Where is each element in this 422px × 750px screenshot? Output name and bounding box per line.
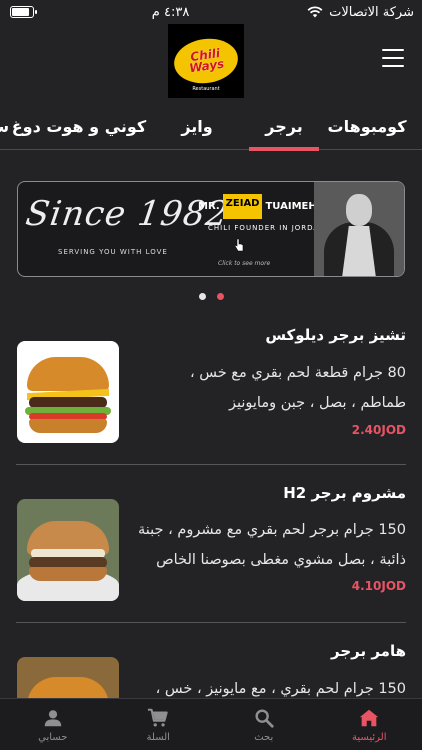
- status-bar: ٤:٣٨ م شركة الاتصالات: [0, 0, 422, 24]
- banner-click-text: Click to see more: [218, 260, 271, 267]
- tab-coney-hotdog[interactable]: كوني و هوت دوغ: [12, 104, 146, 149]
- category-tabs: كومبوهات برجر وايز كوني و هوت دوغ س: [0, 104, 422, 151]
- hamburger-menu-icon[interactable]: [382, 49, 404, 67]
- product-price: 2.40JOD: [351, 423, 406, 437]
- wifi-icon: [307, 6, 323, 18]
- banner-founder-title: CHILI FOUNDER IN JORDAN: [208, 224, 326, 232]
- product-image: [17, 657, 119, 700]
- search-icon: [255, 708, 274, 728]
- product-item[interactable]: مشروم برجر H2 150 جرام برجر لحم بقري مع …: [0, 480, 422, 620]
- home-icon: [360, 709, 379, 726]
- banner-pager: [199, 293, 224, 300]
- cart-icon: [148, 708, 168, 727]
- carrier-name: شركة الاتصالات: [329, 4, 414, 20]
- product-description: 80 جرام قطعة لحم بقري مع خس ، طماطم ، بص…: [189, 365, 406, 411]
- nav-cart[interactable]: السلة: [106, 699, 212, 750]
- pager-dot[interactable]: [199, 293, 206, 300]
- nav-search[interactable]: بحث: [211, 699, 317, 750]
- tab-more[interactable]: س: [0, 104, 9, 149]
- nav-account[interactable]: حسابي: [0, 699, 106, 750]
- tab-burger[interactable]: برجر: [249, 104, 319, 151]
- product-name: هامر برجر: [331, 642, 406, 660]
- hand-cursor-icon: [234, 238, 244, 252]
- product-name: تشيز برجر ديلوكس: [265, 326, 406, 344]
- founder-photo: [314, 182, 404, 276]
- product-item[interactable]: تشيز برجر ديلوكس 80 جرام قطعة لحم بقري م…: [0, 322, 422, 462]
- user-icon: [44, 709, 61, 726]
- tab-wise[interactable]: وايز: [167, 104, 227, 149]
- product-description: 150 جرام لحم بقري ، مع مايونيز ، خس ،: [155, 681, 406, 697]
- divider: [16, 464, 406, 465]
- banner-founder-name: MR. ZEIAD TUAIMEH: [198, 194, 317, 219]
- product-name: مشروم برجر H2: [283, 484, 406, 502]
- product-image: [17, 499, 119, 601]
- product-image: [17, 341, 119, 443]
- status-time: ٤:٣٨ م: [151, 4, 190, 20]
- app-header: Chili Ways Restaurant: [0, 24, 422, 98]
- brand-logo[interactable]: Chili Ways Restaurant: [168, 24, 244, 98]
- divider: [16, 622, 406, 623]
- pager-dot[interactable]: [217, 293, 224, 300]
- product-description: 150 جرام برجر لحم بقري مع مشروم ، جبنة ذ…: [137, 522, 406, 568]
- banner-serving: SERVING YOU WITH LOVE: [58, 248, 168, 256]
- promo-banner[interactable]: Since 1982 SERVING YOU WITH LOVE MR. ZEI…: [17, 181, 405, 277]
- product-item[interactable]: هامر برجر 150 جرام لحم بقري ، مع مايونيز…: [0, 638, 422, 700]
- bottom-navigation: الرئيسية بحث السلة حسابي: [0, 698, 422, 750]
- tab-combos[interactable]: كومبوهات: [312, 104, 422, 149]
- battery-icon: [10, 6, 37, 18]
- product-price: 4.10JOD: [351, 579, 406, 593]
- nav-home[interactable]: الرئيسية: [317, 699, 422, 750]
